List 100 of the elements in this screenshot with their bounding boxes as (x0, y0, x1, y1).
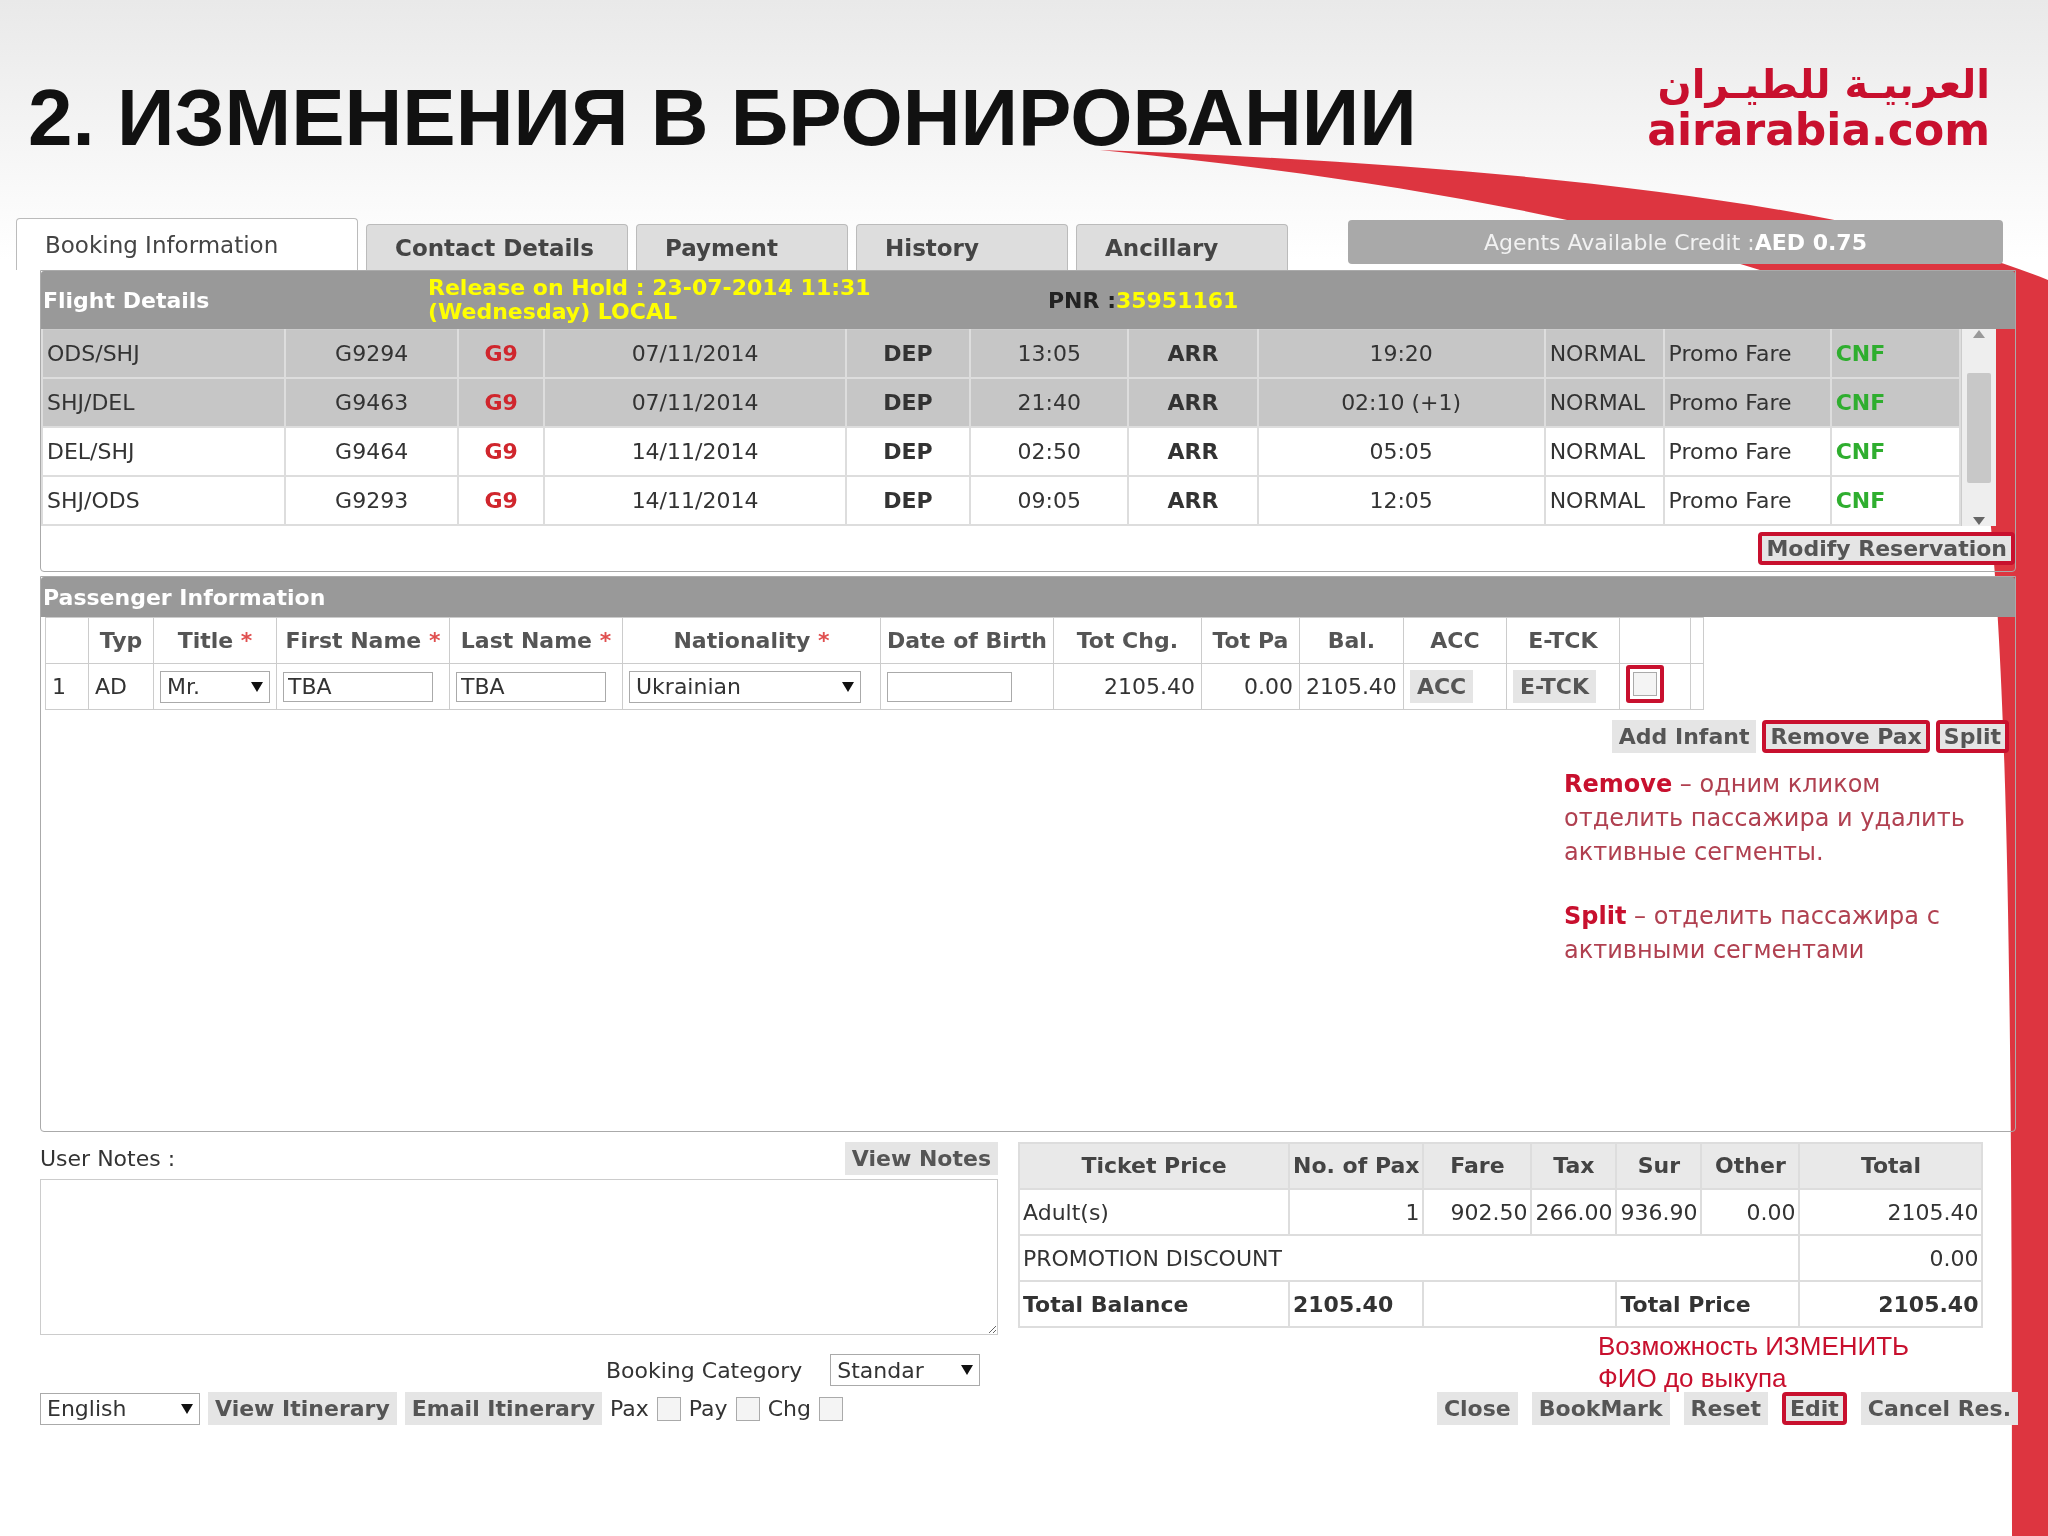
column-header: Tax (1531, 1143, 1617, 1189)
nationality-dropdown[interactable]: Ukrainian (629, 670, 861, 703)
table-cell: NORMAL (1544, 329, 1664, 378)
itinerary-button[interactable]: View Itinerary (208, 1392, 397, 1425)
table-cell: G9463 (285, 378, 458, 427)
table-cell: AD (88, 663, 154, 710)
action-button[interactable]: Cancel Res. (1860, 1392, 2018, 1425)
column-header: Tot Chg. (1076, 628, 1179, 653)
tab[interactable]: History (856, 224, 1068, 270)
last-name-field[interactable]: TBA (456, 671, 606, 702)
tab[interactable]: Payment (636, 224, 848, 270)
checkbox[interactable] (735, 1396, 760, 1421)
booking-category-dropdown[interactable]: Standar (830, 1354, 981, 1386)
table-cell: 2105.40 (1299, 663, 1404, 710)
table-cell: 0.00 (1201, 663, 1300, 710)
table-cell: 14/11/2014 (544, 476, 846, 525)
column-header: Bal. (1327, 628, 1376, 653)
column-header: First Name (285, 628, 422, 653)
table-cell: 12:05 (1257, 476, 1545, 525)
itinerary-button[interactable]: Email Itinerary (404, 1392, 603, 1425)
credit-label: Agents Available Credit : (1484, 229, 1755, 255)
table-cell: 2105.40 (1053, 663, 1202, 710)
view-notes-button[interactable]: View Notes (844, 1142, 998, 1175)
column-header: Title (177, 628, 234, 653)
table-cell: Promo Fare (1663, 427, 1831, 476)
table-cell: G9 (457, 476, 545, 525)
column-header: Total (1799, 1143, 1983, 1189)
checkbox[interactable] (656, 1396, 681, 1421)
first-name-field[interactable]: TBA (283, 671, 433, 702)
column-header: Tot Pa (1212, 628, 1289, 653)
table-cell: PROMOTION DISCOUNT (1019, 1235, 1800, 1281)
column-header: ACC (1430, 628, 1480, 653)
action-button[interactable]: Reset (1683, 1392, 1768, 1425)
table-cell: Promo Fare (1663, 329, 1831, 378)
table-cell: Total Price (1616, 1281, 1800, 1327)
table-cell: 02:50 (970, 427, 1129, 476)
table-cell: 07/11/2014 (544, 378, 846, 427)
scroll-down-icon[interactable] (1972, 516, 1986, 526)
table-cell: 266.00 (1531, 1189, 1617, 1235)
column-header: Last Name (460, 628, 593, 653)
column-header: Ticket Price (1019, 1143, 1289, 1189)
table-cell: 936.90 (1616, 1189, 1702, 1235)
column-header: Other (1701, 1143, 1800, 1189)
caret-icon (251, 681, 263, 692)
action-button[interactable]: BookMark (1531, 1392, 1670, 1425)
table-cell: 07/11/2014 (544, 329, 846, 378)
flight-row[interactable]: DEL/SHJ G9464 G9 14/11/2014 DEP 02:50 ARR 05:05 NORMAL Promo Fare CNF (42, 427, 1960, 476)
table-cell: 902.50 (1423, 1189, 1532, 1235)
required-mark: * (818, 628, 830, 653)
action-button[interactable]: Close (1436, 1392, 1518, 1425)
table-cell: 0.00 (1701, 1189, 1800, 1235)
table-cell: Promo Fare (1663, 476, 1831, 525)
date-of-birth-field[interactable] (887, 671, 1012, 702)
table-cell: NORMAL (1544, 427, 1664, 476)
table-cell: 21:40 (970, 378, 1129, 427)
table-cell: SHJ/ODS (42, 476, 286, 525)
slide-title: 2. ИЗМЕНЕНИЯ В БРОНИРОВАНИИ (28, 72, 1417, 164)
user-notes-field[interactable] (40, 1179, 998, 1335)
action-button[interactable]: Split (1935, 720, 2009, 753)
table-cell: 2105.40 (1289, 1281, 1424, 1327)
required-mark: * (428, 628, 441, 653)
table-cell: 1 (1289, 1189, 1424, 1235)
flight-row[interactable]: SHJ/ODS G9293 G9 14/11/2014 DEP 09:05 ARR 12:05 NORMAL Promo Fare CNF (42, 476, 1960, 525)
table-cell: ARR (1128, 427, 1258, 476)
table-cell: G9294 (285, 329, 458, 378)
action-button[interactable]: Edit (1782, 1392, 1847, 1425)
modify-reservation-button[interactable]: Modify Reservation (1758, 532, 2015, 565)
action-button[interactable]: Remove Pax (1762, 720, 1930, 753)
table-cell: DEP (845, 378, 971, 427)
checkbox-label: Chg (767, 1396, 811, 1421)
checkbox[interactable] (1632, 672, 1657, 696)
table-cell: DEP (845, 476, 971, 525)
tab[interactable]: Contact Details (366, 224, 628, 270)
annotation-text: Remove – одним кликом отделить пассажира и удалить активные сегменты. (1564, 769, 1966, 868)
flight-row[interactable]: ODS/SHJ G9294 G9 07/11/2014 DEP 13:05 ARR 19:20 NORMAL Promo Fare CNF (42, 329, 1960, 378)
column-header: Fare (1423, 1143, 1532, 1189)
column-header: Date of Birth (887, 628, 1047, 653)
action-button[interactable]: Add Infant (1611, 720, 1757, 753)
tab[interactable]: Booking Information (16, 218, 358, 270)
flight-row[interactable]: SHJ/DEL G9463 G9 07/11/2014 DEP 21:40 ARR 02:10 (+1) NORMAL Promo Fare CNF (42, 378, 1960, 427)
pnr-label: PNR : (1048, 287, 1116, 313)
table-cell: 02:10 (+1) (1257, 378, 1545, 427)
tab[interactable]: Ancillary (1076, 224, 1288, 270)
table-cell: G9464 (285, 427, 458, 476)
annotation-text: Возможность ИЗМЕНИТЬ ФИО до выкупа (1598, 1330, 1911, 1394)
language-dropdown[interactable]: English (40, 1392, 200, 1425)
table-cell: ARR (1128, 378, 1258, 427)
acc-button[interactable]: ACC (1409, 670, 1474, 703)
scroll-thumb[interactable] (1967, 372, 1991, 483)
table-cell: G9293 (285, 476, 458, 525)
e-tck-button[interactable]: E-TCK (1512, 670, 1596, 703)
panel-title: Passenger Information (43, 584, 327, 610)
table-cell: Promo Fare (1663, 378, 1831, 427)
title-dropdown[interactable]: Mr. (160, 670, 270, 703)
checkbox[interactable] (818, 1396, 843, 1421)
credit-value: AED 0.75 (1754, 229, 1867, 255)
checkbox-label: Pax (610, 1396, 649, 1421)
table-cell: ARR (1128, 329, 1258, 378)
column-header: Nationality (673, 628, 811, 653)
scrollbar[interactable] (1961, 329, 1996, 526)
